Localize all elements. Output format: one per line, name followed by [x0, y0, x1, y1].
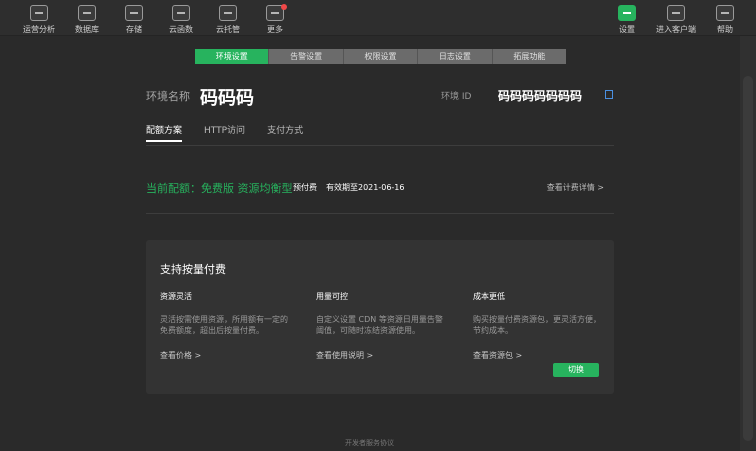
toolbar-label: 进入客户端 [656, 25, 696, 34]
view-package-link[interactable]: 查看资源包 > [473, 350, 603, 361]
card-title: 支持按量付费 [160, 263, 226, 276]
feature-title: 用量可控 [316, 292, 348, 301]
toolbar-database[interactable]: 数据库 [62, 5, 112, 35]
env-name-label: 环境名称 [146, 90, 190, 103]
feature-desc: 灵活按需使用资源，所用额有一定的免费额度，超出后按量付费。 [160, 315, 288, 335]
feature-desc: 自定义设置 CDN 等资源日用量告警阈值，可随时冻结资源使用。 [316, 315, 443, 335]
toolbar-settings[interactable]: 设置 [602, 5, 652, 35]
toolbar-cloud-function[interactable]: 云函数 [156, 5, 206, 35]
tab-log-settings[interactable]: 日志设置 [418, 49, 493, 64]
env-id-label: 环境 ID [441, 92, 472, 102]
settings-icon [618, 5, 636, 21]
subtab-http-access[interactable]: HTTP访问 [204, 123, 245, 142]
toolbar-cloud-hosting[interactable]: 云托管 [203, 5, 253, 35]
current-quota: 当前配额：免费版 资源均衡型 [146, 182, 293, 195]
view-usage-link[interactable]: 查看使用说明 > [316, 350, 446, 361]
divider [146, 213, 614, 214]
switch-button[interactable]: 切换 [553, 363, 599, 377]
notification-badge [281, 4, 287, 10]
bar-chart-icon [30, 5, 48, 21]
feature-column: 资源灵活 灵活按需使用资源，所用额有一定的免费额度，超出后按量付费。 查看价格 … [160, 291, 290, 361]
tab-env-settings[interactable]: 环境设置 [195, 49, 270, 64]
feature-desc: 购买按量付费资源包，更灵活方便，节约成本。 [473, 315, 601, 335]
quota-row: 当前配额：免费版 资源均衡型 预付费 有效期至2021-06-16 查看计费详情… [146, 180, 614, 195]
toolbar-label: 数据库 [75, 25, 99, 34]
billing-detail-link[interactable]: 查看计费详情 > [547, 182, 604, 193]
toolbar-client[interactable]: 进入客户端 [651, 5, 701, 35]
toolbar-storage[interactable]: 存储 [109, 5, 159, 35]
feature-column: 用量可控 自定义设置 CDN 等资源日用量告警阈值，可随时冻结资源使用。 查看使… [316, 291, 446, 361]
vertical-scrollbar[interactable] [740, 36, 756, 451]
subtab-quota[interactable]: 配额方案 [146, 123, 183, 142]
cloud-hosting-icon [219, 5, 237, 21]
toolbar-help[interactable]: 帮助 [700, 5, 750, 35]
help-icon [716, 5, 734, 21]
divider [146, 145, 614, 146]
toolbar-label: 存储 [126, 25, 142, 34]
tab-extensions[interactable]: 拓展功能 [492, 49, 567, 64]
top-toolbar: 运营分析 数据库 存储 云函数 云托管 更多 设置 进入客户端 帮助 [0, 0, 756, 36]
env-name-value: 码码码 [200, 88, 254, 109]
pay-as-you-go-card: 支持按量付费 资源灵活 灵活按需使用资源，所用额有一定的免费额度，超出后按量付费… [146, 240, 614, 394]
feature-title: 成本更低 [473, 292, 505, 301]
footer-text[interactable]: 开发者服务协议 [345, 438, 394, 448]
toolbar-label: 云函数 [169, 25, 193, 34]
copy-icon[interactable] [605, 90, 613, 99]
cloud-function-icon [172, 5, 190, 21]
client-icon [667, 5, 685, 21]
tab-alert-settings[interactable]: 告警设置 [269, 49, 344, 64]
database-icon [78, 5, 96, 21]
pay-type: 预付费 [293, 183, 317, 192]
toolbar-more[interactable]: 更多 [250, 4, 300, 35]
env-id-value: 码码码码码码码 [498, 89, 583, 103]
toolbar-label: 运营分析 [23, 25, 55, 34]
expire-date: 有效期至2021-06-16 [326, 183, 405, 192]
view-price-link[interactable]: 查看价格 > [160, 350, 290, 361]
toolbar-label: 设置 [619, 25, 635, 34]
feature-column: 成本更低 购买按量付费资源包，更灵活方便，节约成本。 查看资源包 > [473, 291, 603, 361]
tab-permission-settings[interactable]: 权限设置 [343, 49, 419, 64]
subtab-payment[interactable]: 支付方式 [267, 123, 303, 142]
storage-icon [125, 5, 143, 21]
toolbar-analytics[interactable]: 运营分析 [14, 5, 64, 35]
feature-title: 资源灵活 [160, 292, 192, 301]
toolbar-label: 更多 [267, 25, 283, 34]
toolbar-label: 帮助 [717, 25, 733, 34]
subtabs: 配额方案 HTTP访问 支付方式 [146, 123, 303, 142]
settings-tabs: 环境设置 告警设置 权限设置 日志设置 拓展功能 [195, 49, 567, 64]
toolbar-label: 云托管 [216, 25, 240, 34]
scrollbar-thumb[interactable] [743, 76, 753, 441]
